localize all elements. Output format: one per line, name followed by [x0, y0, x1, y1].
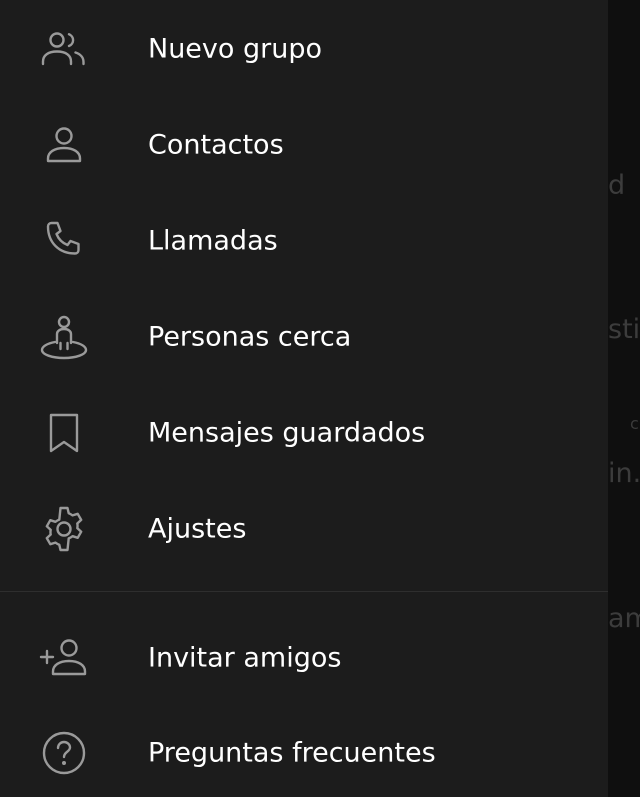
- menu-item-label: Llamadas: [148, 225, 278, 257]
- background-text-fragment: am: [608, 603, 640, 634]
- menu-item-faq[interactable]: Preguntas frecuentes: [0, 705, 608, 797]
- menu-item-label: Ajustes: [148, 513, 247, 545]
- help-icon: [38, 727, 90, 779]
- phone-icon: [38, 215, 90, 267]
- person-icon: [38, 119, 90, 171]
- add-user-icon: [38, 632, 90, 684]
- people-nearby-icon: [38, 311, 90, 363]
- menu-item-contacts[interactable]: Contactos: [0, 97, 608, 193]
- menu-item-people-nearby[interactable]: Personas cerca: [0, 289, 608, 385]
- background-text-fragment: in.: [608, 458, 640, 489]
- background-text-fragment: d: [608, 170, 626, 201]
- menu-item-settings[interactable]: Ajustes: [0, 481, 608, 577]
- menu-item-new-group[interactable]: Nuevo grupo: [0, 1, 608, 97]
- menu-item-saved-messages[interactable]: Mensajes guardados: [0, 385, 608, 481]
- menu-item-invite-friends[interactable]: Invitar amigos: [0, 610, 608, 706]
- group-icon: [38, 23, 90, 75]
- menu-item-label: Personas cerca: [148, 321, 352, 353]
- divider: [0, 591, 608, 592]
- bookmark-icon: [38, 407, 90, 459]
- menu-item-label: Contactos: [148, 129, 284, 161]
- gear-icon: [38, 503, 90, 555]
- menu-item-calls[interactable]: Llamadas: [0, 193, 608, 289]
- menu-item-label: Preguntas frecuentes: [148, 737, 436, 769]
- background-text-fragment: c: [630, 414, 639, 433]
- menu-item-label: Nuevo grupo: [148, 33, 323, 65]
- navigation-drawer: Nuevo grupo Contactos Llamadas Personas …: [0, 0, 608, 797]
- screen: d sti. c in. am Nuevo grupo: [0, 0, 640, 797]
- background-text-fragment: sti.: [608, 314, 640, 345]
- menu-item-label: Invitar amigos: [148, 642, 342, 674]
- menu-item-label: Mensajes guardados: [148, 417, 426, 449]
